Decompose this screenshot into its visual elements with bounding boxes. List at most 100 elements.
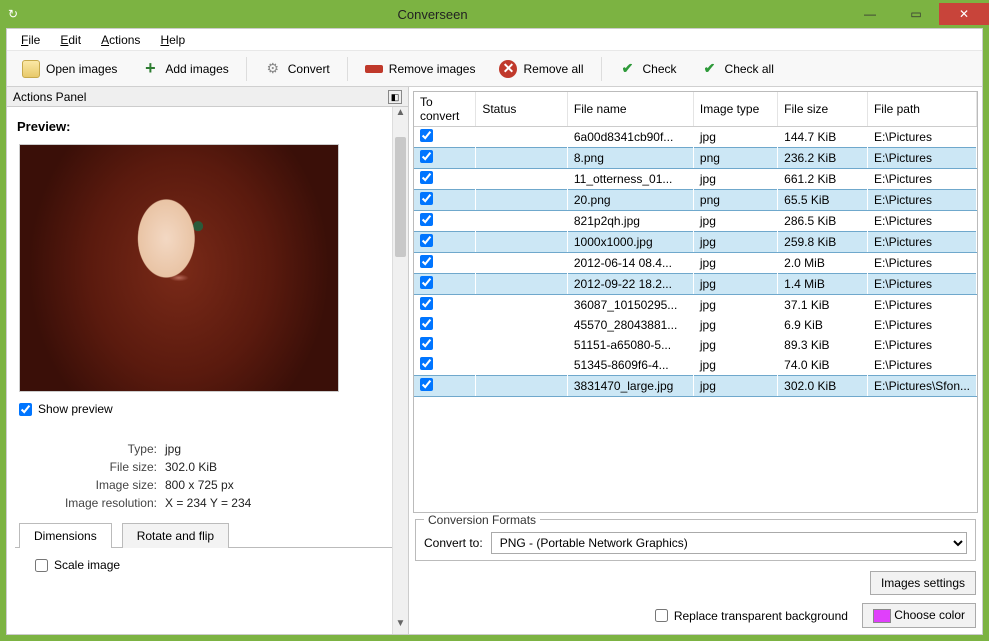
table-row[interactable]: 45570_28043881...jpg6.9 KiBE:\Pictures: [414, 315, 977, 335]
cell-path: E:\Pictures: [867, 169, 976, 190]
meta-imagesize-label: Image size:: [15, 478, 165, 492]
cell-type: jpg: [693, 315, 777, 335]
row-checkbox[interactable]: [420, 297, 433, 310]
table-row[interactable]: 51345-8609f6-4...jpg74.0 KiBE:\Pictures: [414, 355, 977, 376]
table-row[interactable]: 3831470_large.jpgjpg302.0 KiBE:\Pictures…: [414, 376, 977, 397]
tab-rotate-flip[interactable]: Rotate and flip: [122, 523, 229, 548]
menu-file[interactable]: File: [13, 31, 48, 49]
cell-filename: 821p2qh.jpg: [567, 211, 693, 232]
close-button[interactable]: ✕: [939, 3, 989, 25]
table-row[interactable]: 2012-09-22 18.2...jpg1.4 MiBE:\Pictures: [414, 274, 977, 295]
cell-status: [476, 295, 568, 316]
scale-image-checkbox[interactable]: Scale image: [35, 558, 390, 572]
meta-imagesize-value: 800 x 725 px: [165, 478, 234, 492]
cell-size: 37.1 KiB: [778, 295, 868, 316]
cell-filename: 51345-8609f6-4...: [567, 355, 693, 376]
menu-bar: File Edit Actions Help: [7, 29, 982, 51]
cell-path: E:\Pictures: [867, 274, 976, 295]
scroll-thumb[interactable]: [395, 137, 406, 257]
row-checkbox[interactable]: [420, 213, 433, 226]
col-filesize[interactable]: File size: [778, 92, 868, 127]
conversion-formats-label: Conversion Formats: [424, 513, 540, 527]
col-filename[interactable]: File name: [567, 92, 693, 127]
choose-color-button[interactable]: Choose color: [862, 603, 976, 628]
col-filepath[interactable]: File path: [867, 92, 976, 127]
col-imagetype[interactable]: Image type: [693, 92, 777, 127]
open-images-button[interactable]: Open images: [13, 55, 126, 83]
undock-button[interactable]: ◧: [388, 90, 402, 104]
table-row[interactable]: 20.pngpng65.5 KiBE:\Pictures: [414, 190, 977, 211]
col-status[interactable]: Status: [476, 92, 568, 127]
menu-help[interactable]: Help: [152, 31, 193, 49]
cell-status: [476, 190, 568, 211]
row-checkbox[interactable]: [420, 317, 433, 330]
refresh-icon[interactable]: ↻: [8, 7, 18, 21]
col-toconvert[interactable]: To convert: [414, 92, 476, 127]
cell-filename: 36087_10150295...: [567, 295, 693, 316]
replace-bg-checkbox[interactable]: Replace transparent background: [655, 609, 848, 623]
table-row[interactable]: 11_otterness_01...jpg661.2 KiBE:\Picture…: [414, 169, 977, 190]
add-images-button[interactable]: +Add images: [132, 55, 237, 83]
tab-dimensions[interactable]: Dimensions: [19, 523, 112, 548]
meta-type-label: Type:: [15, 442, 165, 456]
check-all-button[interactable]: ✔Check all: [692, 55, 783, 83]
folder-icon: [22, 60, 40, 78]
cell-size: 259.8 KiB: [778, 232, 868, 253]
cell-filename: 2012-09-22 18.2...: [567, 274, 693, 295]
row-checkbox[interactable]: [420, 234, 433, 247]
cell-path: E:\Pictures\Sfon...: [867, 376, 976, 397]
meta-filesize-value: 302.0 KiB: [165, 460, 217, 474]
check-all-icon: ✔: [701, 60, 719, 78]
cell-status: [476, 211, 568, 232]
check-button[interactable]: ✔Check: [610, 55, 686, 83]
scroll-down-icon[interactable]: ▼: [393, 618, 408, 634]
cell-filename: 11_otterness_01...: [567, 169, 693, 190]
show-preview-checkbox[interactable]: Show preview: [19, 402, 396, 416]
row-checkbox[interactable]: [420, 129, 433, 142]
convert-to-label: Convert to:: [424, 536, 483, 550]
remove-all-button[interactable]: ✕Remove all: [490, 55, 592, 83]
preview-image: [19, 144, 339, 392]
table-row[interactable]: 821p2qh.jpgjpg286.5 KiBE:\Pictures: [414, 211, 977, 232]
cell-status: [476, 355, 568, 376]
scroll-up-icon[interactable]: ▲: [393, 107, 408, 123]
menu-actions[interactable]: Actions: [93, 31, 148, 49]
remove-images-button[interactable]: Remove images: [356, 57, 485, 81]
row-checkbox[interactable]: [420, 378, 433, 391]
cell-path: E:\Pictures: [867, 315, 976, 335]
table-row[interactable]: 6a00d8341cb90f...jpg144.7 KiBE:\Pictures: [414, 127, 977, 148]
row-checkbox[interactable]: [420, 276, 433, 289]
menu-edit[interactable]: Edit: [52, 31, 89, 49]
row-checkbox[interactable]: [420, 357, 433, 370]
minimize-button[interactable]: —: [847, 3, 893, 25]
table-row[interactable]: 8.pngpng236.2 KiBE:\Pictures: [414, 148, 977, 169]
cell-type: jpg: [693, 169, 777, 190]
convert-to-select[interactable]: PNG - (Portable Network Graphics): [491, 532, 967, 554]
row-checkbox[interactable]: [420, 171, 433, 184]
meta-filesize-label: File size:: [15, 460, 165, 474]
row-checkbox[interactable]: [420, 150, 433, 163]
actions-panel: Actions Panel ◧ Preview: Show preview Ty…: [7, 87, 409, 634]
images-settings-button[interactable]: Images settings: [870, 571, 976, 595]
title-bar: ↻ Converseen — ▭ ✕: [0, 0, 989, 28]
cell-type: jpg: [693, 335, 777, 355]
check-icon: ✔: [619, 60, 637, 78]
separator: [601, 57, 602, 81]
row-checkbox[interactable]: [420, 192, 433, 205]
table-row[interactable]: 36087_10150295...jpg37.1 KiBE:\Pictures: [414, 295, 977, 316]
left-scrollbar[interactable]: ▲ ▼: [392, 107, 408, 634]
table-row[interactable]: 51151-a65080-5...jpg89.3 KiBE:\Pictures: [414, 335, 977, 355]
separator: [246, 57, 247, 81]
cell-type: jpg: [693, 127, 777, 148]
cell-status: [476, 274, 568, 295]
cell-type: jpg: [693, 232, 777, 253]
remove-all-icon: ✕: [499, 60, 517, 78]
maximize-button[interactable]: ▭: [893, 3, 939, 25]
cell-type: jpg: [693, 274, 777, 295]
table-row[interactable]: 1000x1000.jpgjpg259.8 KiBE:\Pictures: [414, 232, 977, 253]
cell-path: E:\Pictures: [867, 190, 976, 211]
table-row[interactable]: 2012-06-14 08.4...jpg2.0 MiBE:\Pictures: [414, 253, 977, 274]
convert-button[interactable]: ⚙Convert: [255, 55, 339, 83]
row-checkbox[interactable]: [420, 337, 433, 350]
row-checkbox[interactable]: [420, 255, 433, 268]
